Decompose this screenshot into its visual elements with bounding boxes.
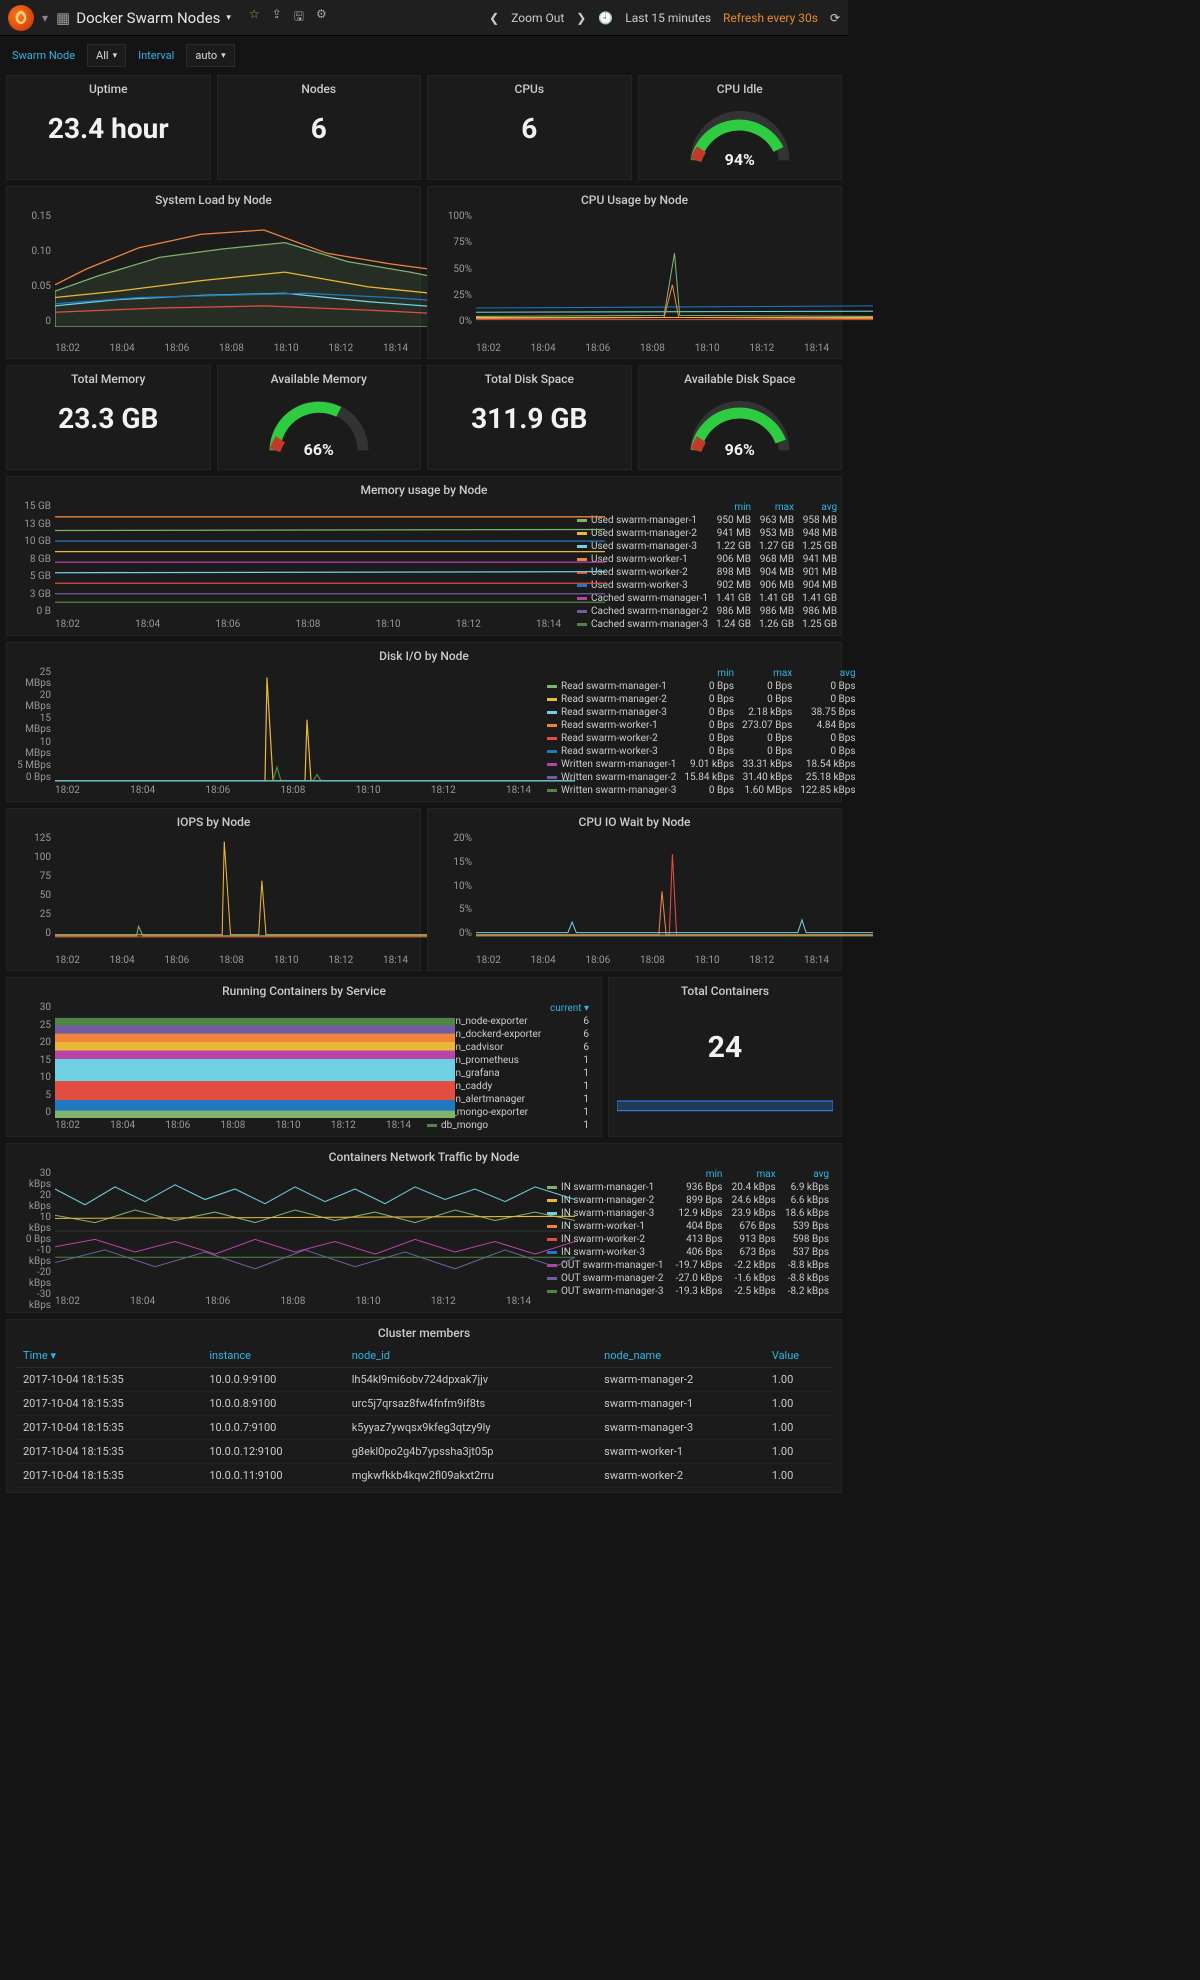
- var-swarm-value[interactable]: All▾: [87, 44, 126, 67]
- table-row[interactable]: 2017-10-04 18:15:3510.0.0.7:9100k5yyaz7y…: [15, 1416, 833, 1440]
- chevron-down-icon: ▾: [226, 13, 231, 23]
- panel-network-traffic: Containers Network Traffic by Node 30 kB…: [6, 1143, 842, 1313]
- table-row[interactable]: 2017-10-04 18:15:3510.0.0.9:9100lh54kl9m…: [15, 1368, 833, 1392]
- chart-area[interactable]: [476, 211, 873, 327]
- refresh-icon[interactable]: ⟳: [830, 11, 840, 25]
- cluster-table: Time ▾instancenode_idnode_nameValue 2017…: [15, 1344, 833, 1488]
- var-swarm-label: Swarm Node: [10, 45, 77, 66]
- chart-area[interactable]: [55, 667, 575, 783]
- panel-cpu-io-wait: CPU IO Wait by Node 20%15%10%5%0% 18:021…: [427, 808, 842, 971]
- clock-icon: 🕘: [598, 11, 613, 25]
- chart-area[interactable]: [55, 833, 452, 939]
- panel-avail-disk: Available Disk Space 96%: [638, 365, 843, 470]
- panel-cpus: CPUs 6: [427, 75, 632, 180]
- chart-area[interactable]: [476, 833, 873, 939]
- dropdown-icon[interactable]: ▾: [42, 11, 48, 25]
- next-icon[interactable]: ❯: [576, 11, 586, 25]
- chart-area[interactable]: [55, 211, 452, 327]
- gauge-memory: [264, 394, 374, 454]
- table-row[interactable]: 2017-10-04 18:15:3510.0.0.8:9100urc5j7qr…: [15, 1392, 833, 1416]
- gauge-cpu-idle: [685, 104, 795, 164]
- share-icon[interactable]: ⇪: [272, 7, 282, 28]
- grid-icon: ▦: [56, 9, 70, 27]
- prev-icon[interactable]: ❮: [489, 11, 499, 25]
- panel-running-containers: Running Containers by Service 3025201510…: [6, 977, 602, 1137]
- gear-icon[interactable]: ⚙: [316, 7, 327, 28]
- panel-nodes: Nodes 6: [217, 75, 422, 180]
- chart-area[interactable]: [55, 1002, 455, 1118]
- variable-bar: Swarm Node All▾ Interval auto▾: [0, 36, 848, 75]
- time-range[interactable]: Last 15 minutes: [625, 11, 711, 25]
- panel-total-disk: Total Disk Space 311.9 GB: [427, 365, 632, 470]
- panel-memory-usage: Memory usage by Node 15 GB13 GB10 GB8 GB…: [6, 476, 842, 636]
- panel-iops: IOPS by Node 1251007550250 18:0218:0418:…: [6, 808, 421, 971]
- panel-avail-memory: Available Memory 66%: [217, 365, 422, 470]
- yaxis: 0.150.100.050: [17, 211, 51, 327]
- gauge-disk: [685, 394, 795, 454]
- panel-cpu-usage: CPU Usage by Node 100%75%50%25%0% 18:021…: [427, 186, 842, 359]
- chart-area[interactable]: [55, 501, 605, 617]
- star-icon[interactable]: ☆: [249, 7, 260, 28]
- legend-diskio: minmaxavgRead swarm-manager-10 Bps0 Bps0…: [543, 667, 833, 797]
- refresh-label[interactable]: Refresh every 30s: [723, 11, 818, 25]
- table-row[interactable]: 2017-10-04 18:15:3510.0.0.11:9100mgkwfkk…: [15, 1464, 833, 1488]
- panel-disk-io: Disk I/O by Node 25 MBps20 MBps15 MBps10…: [6, 642, 842, 802]
- panel-cluster-members: Cluster members Time ▾instancenode_idnod…: [6, 1319, 842, 1493]
- var-interval-value[interactable]: auto▾: [186, 44, 234, 67]
- sparkline: [617, 1077, 833, 1113]
- xaxis: 18:0218:0418:0618:0818:1018:1218:14: [15, 341, 412, 354]
- grafana-logo[interactable]: [8, 5, 34, 31]
- chart-area[interactable]: [55, 1168, 575, 1294]
- legend-memory: minmaxavgUsed swarm-manager-1950 MB963 M…: [573, 501, 833, 631]
- var-interval-label: Interval: [136, 45, 176, 66]
- panel-system-load: System Load by Node 0.150.100.050 18:021…: [6, 186, 421, 359]
- legend-network: minmaxavgIN swarm-manager-1936 Bps20.4 k…: [543, 1168, 833, 1308]
- panel-total-memory: Total Memory 23.3 GB: [6, 365, 211, 470]
- table-row[interactable]: 2017-10-04 18:15:3510.0.0.12:9100g8ekl0p…: [15, 1440, 833, 1464]
- panel-uptime: Uptime 23.4 hour: [6, 75, 211, 180]
- panel-cpu-idle: CPU Idle 94%: [638, 75, 843, 180]
- zoom-out[interactable]: Zoom Out: [511, 11, 564, 25]
- topbar: ▾ ▦ Docker Swarm Nodes ▾ ☆ ⇪ 🖫 ⚙ ❮ Zoom …: [0, 0, 848, 36]
- panel-total-containers: Total Containers 24: [608, 977, 842, 1137]
- dashboard-title[interactable]: ▦ Docker Swarm Nodes ▾: [56, 9, 231, 27]
- save-icon[interactable]: 🖫: [294, 7, 304, 28]
